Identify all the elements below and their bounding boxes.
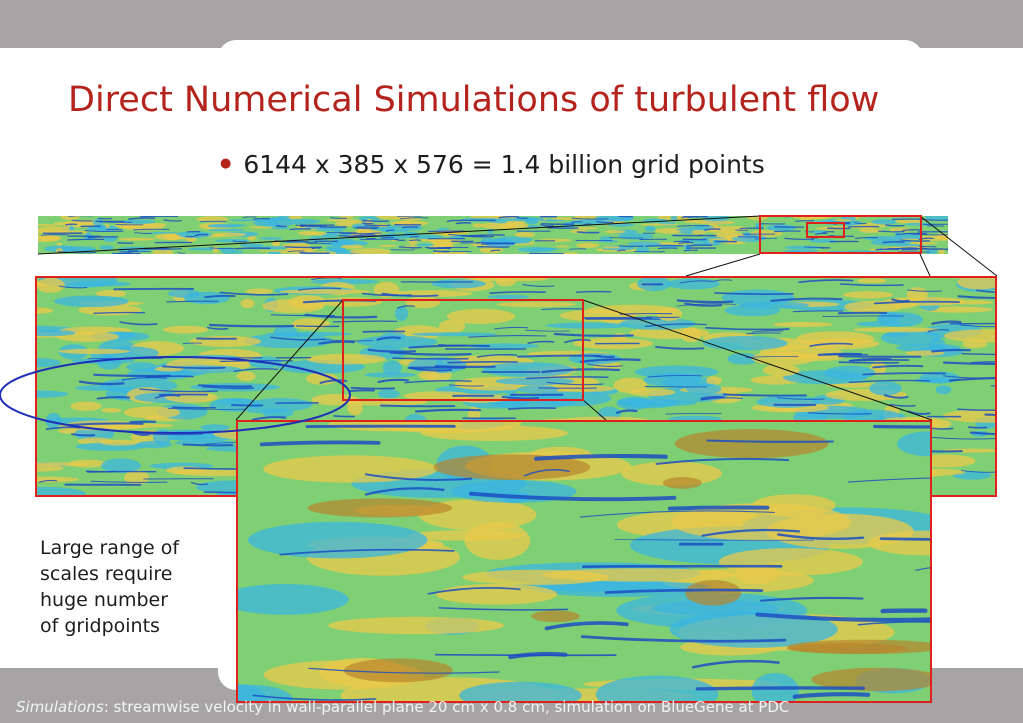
side-note-line: scales require [40,563,173,585]
figure-caption: Simulations: streamwise velocity in wall… [16,698,789,716]
flow-field-image [38,216,948,254]
caption-label: Simulations [16,698,104,716]
full-domain-strip [38,216,948,254]
side-note: Large range of scales require huge numbe… [40,535,215,639]
zoom-level-2 [236,420,932,703]
bullet-dot-icon: ● [220,155,232,171]
side-note-line: huge number [40,589,169,611]
bullet-item: ● 6144 x 385 x 576 = 1.4 billion grid poi… [220,150,765,182]
side-note-line: of gridpoints [40,615,160,637]
bullet-text: 6144 x 385 x 576 = 1.4 billion grid poin… [243,150,765,179]
side-note-line: Large range of [40,537,180,559]
caption-text: : streamwise velocity in wall-parallel p… [103,698,790,716]
flow-field-image [238,422,930,701]
slide-title: Direct Numerical Simulations of turbulen… [68,80,880,120]
